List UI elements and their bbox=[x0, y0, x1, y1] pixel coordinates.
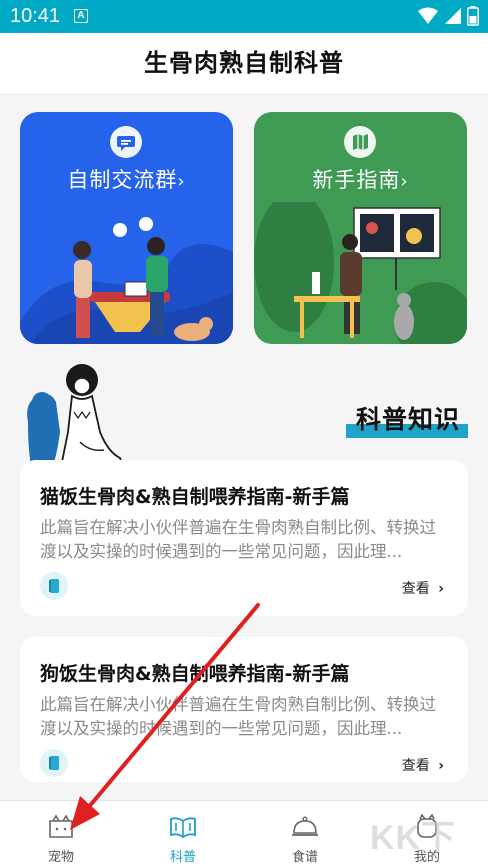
beginner-guide-card-title: 新手指南› bbox=[254, 164, 467, 194]
tab-science[interactable]: 科普 bbox=[122, 801, 244, 867]
read-more-link[interactable]: 查看 › bbox=[402, 755, 444, 775]
wifi-icon bbox=[418, 7, 438, 24]
people-chatting-illustration bbox=[20, 217, 233, 344]
group-chat-card[interactable]: 自制交流群› bbox=[20, 112, 233, 344]
status-bar: 10:41 A bbox=[0, 0, 488, 33]
tab-pet-label: 宠物 bbox=[47, 850, 74, 865]
tab-science-label: 科普 bbox=[169, 850, 196, 865]
battery-icon bbox=[467, 6, 479, 26]
watermark: KK下载 bbox=[370, 819, 457, 857]
food-cloche-icon bbox=[292, 816, 318, 836]
article-title: 猫饭生骨肉&熟自制喂养指南-新手篇 bbox=[40, 486, 350, 508]
section-title: 科普知识 bbox=[356, 405, 461, 434]
group-chat-card-title: 自制交流群› bbox=[20, 164, 233, 194]
read-more-label: 查看 bbox=[401, 581, 430, 597]
chevron-right-icon: › bbox=[438, 581, 444, 597]
tab-pet[interactable]: 宠物 bbox=[0, 801, 122, 867]
chevron-right-icon: › bbox=[400, 171, 409, 192]
read-more-link[interactable]: 查看 › bbox=[402, 578, 444, 598]
article-description: 此篇旨在解决小伙伴普遍在生骨肉熟自制比例、转换过渡以及实操的时候遇到的一些常见问… bbox=[40, 695, 436, 738]
book-open-icon bbox=[170, 817, 196, 839]
notification-a-icon: A bbox=[74, 9, 88, 23]
presenter-illustration bbox=[254, 202, 467, 344]
article-card[interactable]: 狗饭生骨肉&熟自制喂养指南-新手篇 此篇旨在解决小伙伴普遍在生骨肉熟自制比例、转… bbox=[20, 637, 468, 782]
article-title: 狗饭生骨肉&熟自制喂养指南-新手篇 bbox=[40, 663, 350, 685]
signal-icon bbox=[445, 8, 461, 24]
article-description: 此篇旨在解决小伙伴普遍在生骨肉熟自制比例、转换过渡以及实操的时候遇到的一些常见问… bbox=[40, 518, 436, 561]
map-icon bbox=[344, 126, 376, 158]
app-header: 生骨肉熟自制科普 bbox=[0, 33, 488, 93]
tab-recipe[interactable]: 食谱 bbox=[244, 801, 366, 867]
chat-bubble-icon bbox=[110, 126, 142, 158]
group-chat-label: 自制交流群 bbox=[67, 168, 178, 192]
chevron-right-icon: › bbox=[177, 171, 186, 192]
page-title: 生骨肉熟自制科普 bbox=[144, 49, 344, 77]
read-more-label: 查看 bbox=[401, 758, 430, 774]
status-time: 10:41 bbox=[10, 5, 61, 27]
woman-with-dog-illustration bbox=[27, 364, 126, 473]
article-card[interactable]: 猫饭生骨肉&熟自制喂养指南-新手篇 此篇旨在解决小伙伴普遍在生骨肉熟自制比例、转… bbox=[20, 460, 468, 616]
book-icon bbox=[40, 749, 68, 777]
tab-recipe-label: 食谱 bbox=[291, 850, 318, 865]
pet-icon bbox=[49, 814, 73, 838]
beginner-guide-card[interactable]: 新手指南› bbox=[254, 112, 467, 344]
chevron-right-icon: › bbox=[438, 758, 444, 774]
book-icon bbox=[40, 572, 68, 600]
beginner-guide-label: 新手指南 bbox=[312, 168, 401, 192]
